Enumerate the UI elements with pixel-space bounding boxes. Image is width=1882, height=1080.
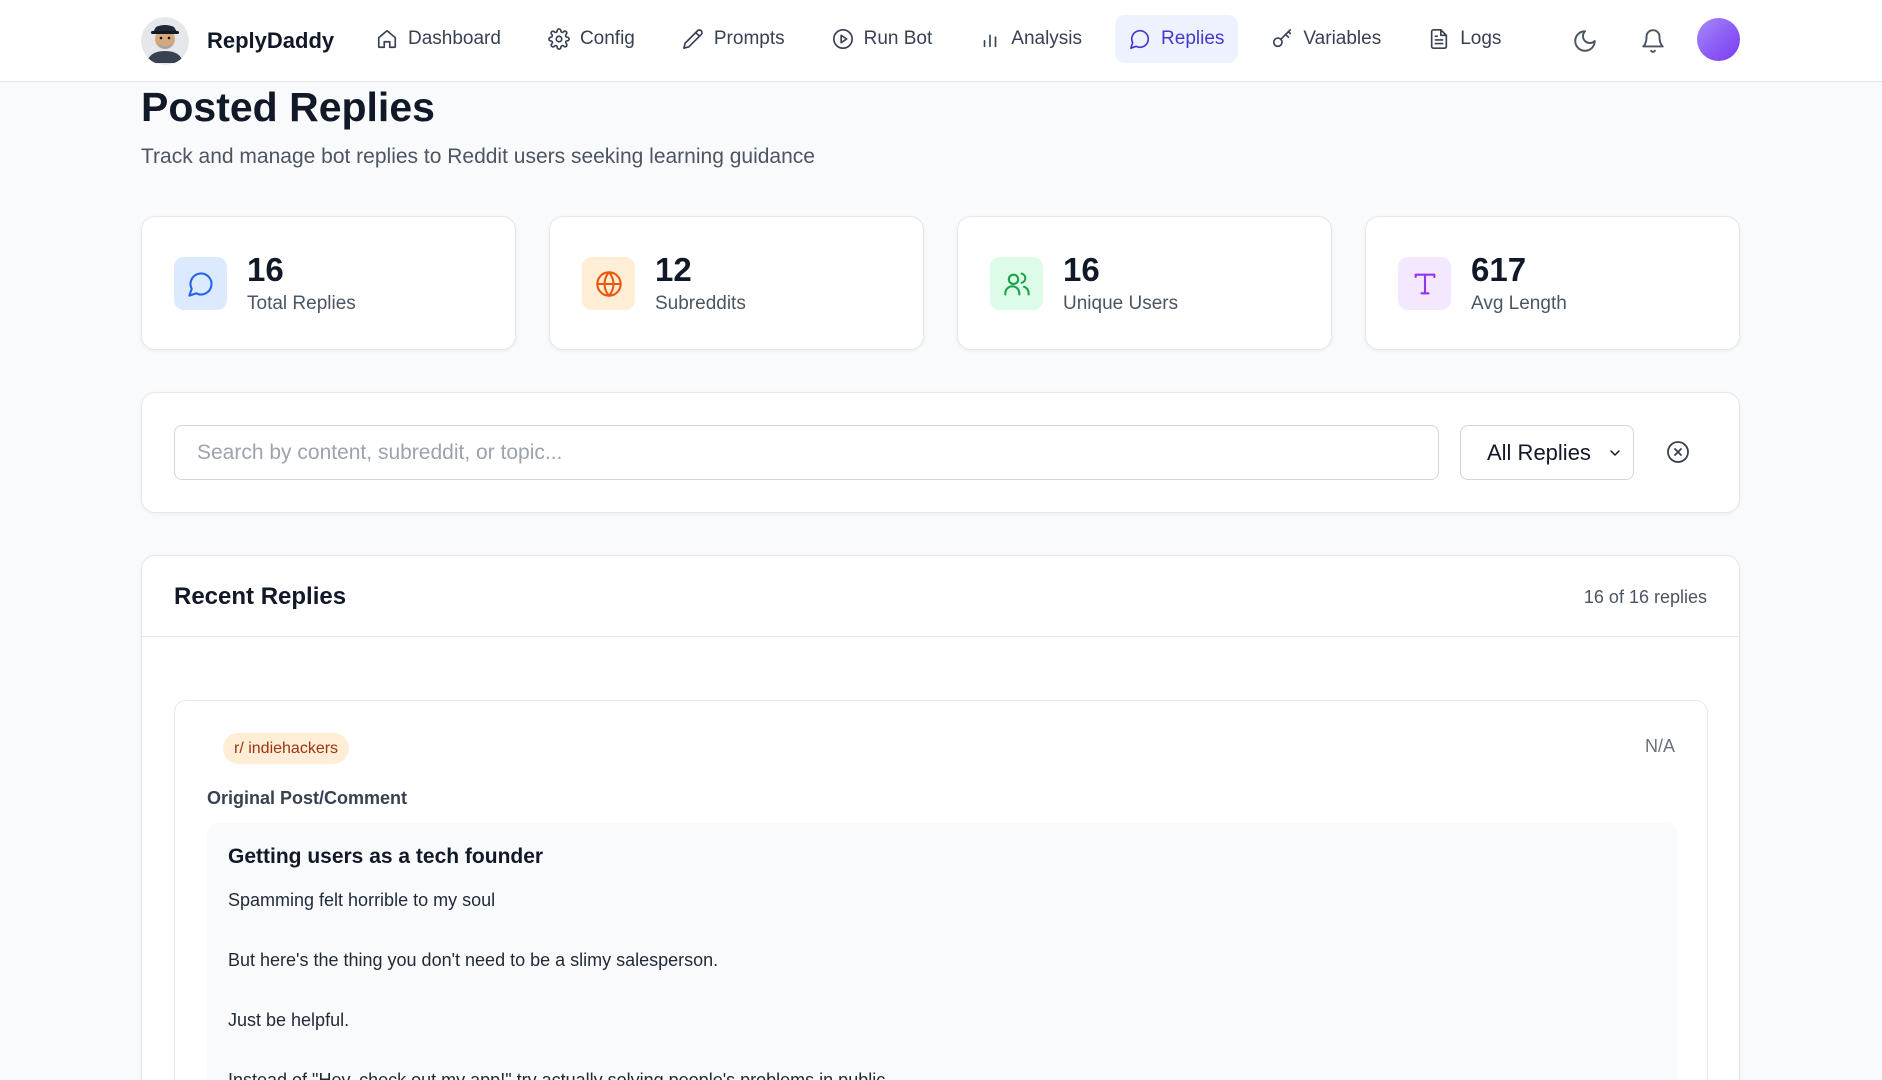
- reply-filter-value: All Replies: [1487, 439, 1591, 465]
- original-post-paragraph: Spamming felt horrible to my soul: [228, 890, 496, 910]
- users-icon: [1003, 272, 1030, 296]
- page-title: Posted Replies: [141, 84, 435, 130]
- document-icon: [1431, 29, 1448, 49]
- stat-value: 617: [1471, 251, 1527, 288]
- chat-bubble-icon: [187, 271, 213, 297]
- stat-label: Subreddits: [655, 293, 746, 314]
- nav-item-prompts[interactable]: Prompts: [668, 15, 799, 63]
- reply-filter-select[interactable]: All Replies: [1460, 425, 1634, 480]
- nav-label-replies: Replies: [1161, 28, 1225, 49]
- original-post-label: Original Post/Comment: [207, 788, 408, 808]
- nav-item-run-bot[interactable]: Run Bot: [818, 15, 947, 63]
- clear-filters-button[interactable]: [1661, 435, 1695, 469]
- original-post-box: Getting users as a tech founder Spamming…: [207, 823, 1677, 1080]
- logo-avatar-icon: [141, 17, 189, 65]
- subreddit-badge[interactable]: r/ indiehackers: [223, 733, 350, 764]
- top-navigation-bar: ReplyDaddy Dashboard Config Prompts Run …: [0, 0, 1882, 82]
- globe-icon: [595, 270, 622, 297]
- nav-item-replies[interactable]: Replies: [1115, 15, 1239, 63]
- nav-item-dashboard[interactable]: Dashboard: [362, 15, 515, 63]
- page-subtitle: Track and manage bot replies to Reddit u…: [141, 145, 815, 168]
- theme-toggle-button[interactable]: [1567, 23, 1603, 59]
- chevron-down-icon: [1610, 450, 1620, 456]
- bell-icon: [1642, 29, 1664, 53]
- reply-card: r/ indiehackers N/A Original Post/Commen…: [174, 700, 1708, 1080]
- chat-bubble-icon: [1130, 29, 1150, 49]
- recent-replies-panel: Recent Replies 16 of 16 replies r/ indie…: [141, 555, 1740, 1080]
- original-post-title: Getting users as a tech founder: [228, 845, 544, 868]
- stat-card-avg-length: 617 Avg Length: [1365, 216, 1740, 350]
- original-post-paragraph: Instead of "Hey, check out my app!" try …: [228, 1070, 891, 1080]
- main-nav: Dashboard Config Prompts Run Bot Analysi…: [362, 15, 1534, 63]
- nav-item-variables[interactable]: Variables: [1257, 15, 1395, 63]
- recent-replies-title: Recent Replies: [174, 583, 347, 610]
- replies-count: 16 of 16 replies: [1583, 587, 1707, 607]
- reply-date: N/A: [1644, 736, 1675, 756]
- stat-icon-container: [1398, 257, 1451, 310]
- recent-replies-header: Recent Replies 16 of 16 replies: [142, 556, 1739, 637]
- nav-label-logs: Logs: [1460, 28, 1502, 49]
- notifications-button[interactable]: [1635, 23, 1671, 59]
- bar-chart-icon: [983, 34, 997, 48]
- original-post-paragraph: But here's the thing you don't need to b…: [228, 950, 719, 970]
- type-icon: [1414, 273, 1435, 294]
- nav-label-analysis: Analysis: [1011, 28, 1083, 49]
- pencil-icon: [682, 29, 703, 49]
- stat-icon-container: [990, 257, 1043, 310]
- nav-item-config[interactable]: Config: [534, 15, 649, 63]
- original-post-body: Spamming felt horrible to my soul But he…: [228, 889, 1648, 1080]
- nav-label-config: Config: [579, 28, 635, 49]
- key-icon: [1273, 29, 1292, 48]
- stat-label: Total Replies: [247, 293, 356, 314]
- stat-value: 12: [655, 251, 692, 288]
- stat-value: 16: [247, 251, 284, 288]
- close-circle-icon: [1667, 441, 1689, 463]
- app-name: ReplyDaddy: [207, 28, 335, 53]
- nav-item-analysis[interactable]: Analysis: [965, 15, 1096, 63]
- home-icon: [377, 29, 397, 49]
- stat-value: 16: [1063, 251, 1100, 288]
- search-input[interactable]: [174, 425, 1439, 480]
- filter-bar: All Replies: [141, 392, 1740, 513]
- moon-icon: [1574, 30, 1596, 52]
- gear-icon: [548, 28, 570, 50]
- user-avatar[interactable]: [1697, 18, 1740, 61]
- nav-label-dashboard: Dashboard: [408, 28, 501, 49]
- nav-label-prompts: Prompts: [713, 28, 785, 49]
- stat-label: Unique Users: [1063, 293, 1179, 314]
- nav-item-logs[interactable]: Logs: [1414, 15, 1515, 63]
- stat-icon-container: [174, 257, 227, 310]
- nav-label-run-bot: Run Bot: [863, 28, 933, 49]
- nav-label-variables: Variables: [1303, 28, 1382, 49]
- stat-card-subreddits: 12 Subreddits: [549, 216, 924, 350]
- stat-icon-container: [582, 257, 635, 310]
- brand[interactable]: ReplyDaddy: [141, 15, 334, 67]
- original-post-paragraph: Just be helpful.: [228, 1010, 350, 1030]
- stat-label: Avg Length: [1471, 293, 1567, 314]
- play-circle-icon: [832, 29, 853, 49]
- stat-card-total-replies: 16 Total Replies: [141, 216, 516, 350]
- stat-card-unique-users: 16 Unique Users: [957, 216, 1332, 350]
